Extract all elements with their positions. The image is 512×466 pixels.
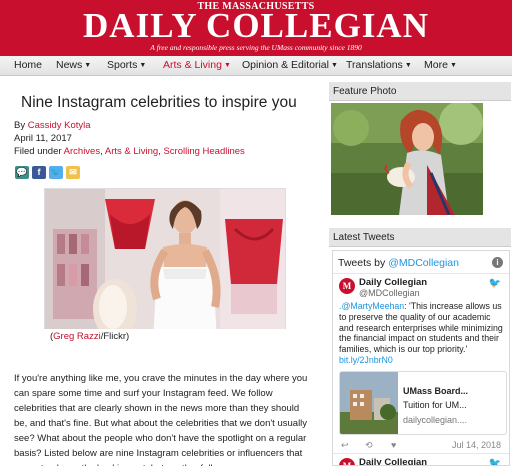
nav-label: Translations <box>346 59 403 71</box>
filed-prefix: Filed under <box>14 146 64 157</box>
nav-item-sports[interactable]: Sports ▼ <box>107 59 146 71</box>
tweet-author-handle[interactable]: @MDCollegian <box>359 288 420 298</box>
byline: By Cassidy Kotyla <box>14 120 91 131</box>
facebook-icon[interactable]: f <box>32 166 46 179</box>
nav-item-translations[interactable]: Translations ▼ <box>346 59 412 71</box>
nav-label: News <box>56 59 83 71</box>
like-icon[interactable]: ♥ <box>391 440 396 450</box>
chevron-down-icon: ▼ <box>223 62 231 69</box>
card-url: dailycollegian.... <box>403 415 468 425</box>
byline-prefix: By <box>14 120 28 131</box>
tweets-by: by <box>371 257 389 269</box>
nav-item-home[interactable]: Home <box>14 59 42 71</box>
twitter-bird-icon: 🐦 <box>488 458 501 466</box>
tweet-author-name[interactable]: Daily Collegian <box>359 277 427 288</box>
nav-item-arts-living[interactable]: Arts & Living ▼ <box>163 59 231 71</box>
category-link-arts-living[interactable]: Arts & Living <box>105 146 158 157</box>
tweet-author-name[interactable]: Daily Collegian <box>359 457 427 465</box>
category-link-scrolling-headlines[interactable]: Scrolling Headlines <box>163 146 244 157</box>
twitter-header: Tweets by @MDCollegian <box>338 257 459 269</box>
nav-label: Sports <box>107 59 138 71</box>
article-photo[interactable] <box>44 188 286 343</box>
photo-caption: (Greg Razzi/Flickr) <box>44 329 286 345</box>
tweet-link-card[interactable]: UMass Board... Tuition for UM... dailyco… <box>339 371 507 435</box>
tweet-text: .@MartyMeehan: 'This increase allows us … <box>339 301 507 366</box>
comment-icon[interactable]: 💬 <box>15 166 29 179</box>
masthead: THE MASSACHUSETTS DAILY COLLEGIAN A free… <box>0 0 512 56</box>
twitter-bird-icon: 🐦 <box>488 278 501 289</box>
tweet-link[interactable]: bit.ly/2JnbrN0 <box>339 355 393 365</box>
article-body: If you're anything like me, you crave th… <box>14 373 308 466</box>
caption-rest: /Flickr) <box>100 331 130 342</box>
tweets-label: Tweets <box>338 257 372 269</box>
article-date: April 11, 2017 <box>14 133 72 144</box>
nav-label: Opinion & Editorial <box>242 59 329 71</box>
main-nav: Home News ▼ Sports ▼ Arts & Living ▼ Opinio… <box>0 56 512 76</box>
chevron-down-icon: ▼ <box>84 62 92 69</box>
site-tagline: A free and responsible press serving the… <box>150 43 362 52</box>
card-title: UMass Board... <box>403 386 469 396</box>
chevron-down-icon: ▼ <box>404 62 412 69</box>
filed-under: Filed under Archives, Arts & Living, Scr… <box>14 146 245 157</box>
twitter-handle-link[interactable]: @MDCollegian <box>388 257 459 269</box>
card-description: Tuition for UM... <box>403 400 467 410</box>
twitter-timeline: Tweets by @MDCollegian i M Daily Collegi… <box>332 250 510 466</box>
nav-label: Arts & Living <box>163 59 222 71</box>
chevron-down-icon: ▼ <box>449 62 457 69</box>
chevron-down-icon: ▼ <box>330 62 338 69</box>
nav-item-opinion-editorial[interactable]: Opinion & Editorial ▼ <box>242 59 338 71</box>
avatar[interactable]: M <box>339 278 355 294</box>
nav-label: More <box>424 59 448 71</box>
info-icon[interactable]: i <box>492 257 503 268</box>
card-thumbnail <box>340 372 398 434</box>
article-photo-illustration <box>45 189 285 342</box>
photo-credit-link[interactable]: Greg Razzi <box>53 331 101 342</box>
feature-photo-heading: Feature Photo <box>329 82 511 101</box>
latest-tweets-heading: Latest Tweets <box>329 228 511 247</box>
nav-label: Home <box>14 59 43 71</box>
twitter-icon[interactable]: 🐦 <box>49 166 63 179</box>
chevron-down-icon: ▼ <box>139 62 147 69</box>
divider <box>333 273 509 274</box>
feature-photo-illustration <box>331 103 483 215</box>
reply-icon[interactable]: ↩ <box>341 440 349 451</box>
email-icon[interactable]: ✉ <box>66 166 80 179</box>
article-title: Nine Instagram celebrities to inspire yo… <box>21 94 297 111</box>
tweet-date[interactable]: Jul 14, 2018 <box>452 440 501 450</box>
nav-item-more[interactable]: More ▼ <box>424 59 457 71</box>
feature-photo[interactable] <box>331 103 483 215</box>
category-link-archives[interactable]: Archives <box>64 146 100 157</box>
tweet-mention[interactable]: .@MartyMeehan <box>339 301 404 311</box>
author-link[interactable]: Cassidy Kotyla <box>28 120 91 131</box>
avatar[interactable]: M <box>339 458 355 465</box>
site-title[interactable]: DAILY COLLEGIAN <box>0 8 512 43</box>
nav-item-news[interactable]: News ▼ <box>56 59 91 71</box>
retweet-icon[interactable]: ⟲ <box>365 440 373 451</box>
divider <box>333 453 509 454</box>
